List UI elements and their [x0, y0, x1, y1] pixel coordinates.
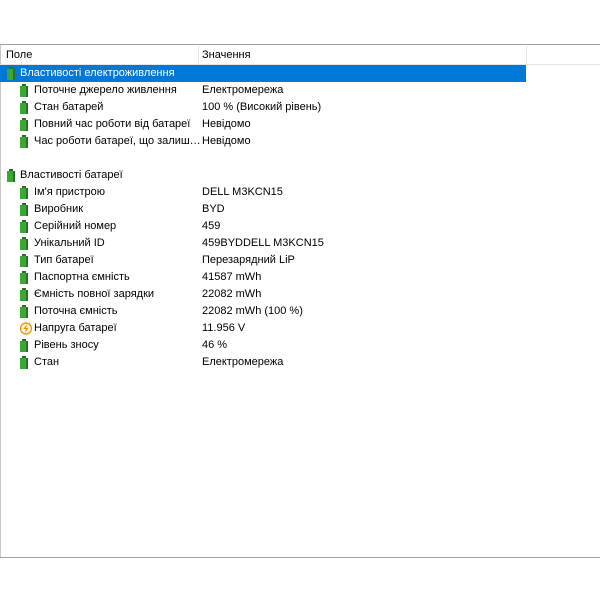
list-item[interactable]: Напруга батареї 11.956 V [0, 320, 526, 337]
list-item[interactable]: Стан Електромережа [0, 354, 526, 371]
item-value: Невідомо [202, 118, 251, 130]
item-value: Електромережа [202, 84, 284, 96]
properties-list: Властивості електроживлення Поточне джер… [0, 65, 600, 371]
column-separator[interactable] [198, 46, 199, 64]
battery-icon [20, 101, 32, 114]
item-value: 100 % (Високий рівень) [202, 101, 322, 113]
battery-icon [20, 271, 32, 284]
voltage-icon [19, 322, 33, 335]
item-value: 459BYDDELL M3KCN15 [202, 237, 324, 249]
list-item[interactable]: Тип батареї Перезарядний LiP [0, 252, 526, 269]
battery-icon [20, 288, 32, 301]
list-item[interactable]: Поточне джерело живлення Електромережа [0, 82, 526, 99]
battery-icon [20, 254, 32, 267]
item-label: Стан батарей [34, 101, 104, 113]
column-separator[interactable] [526, 46, 527, 64]
list-item[interactable]: Час роботи батареї, що залиш… Невідомо [0, 133, 526, 150]
item-label: Повний час роботи від батареї [34, 118, 191, 130]
item-label: Стан [34, 356, 60, 368]
battery-icon [7, 67, 19, 80]
item-value: DELL M3KCN15 [202, 186, 283, 198]
battery-icon [20, 203, 32, 216]
list-item[interactable]: Стан батарей 100 % (Високий рівень) [0, 99, 526, 116]
item-value: Невідомо [202, 135, 251, 147]
battery-icon [20, 135, 32, 148]
battery-icon [20, 356, 32, 369]
item-value: 459 [202, 220, 221, 232]
column-header-field[interactable]: Поле [6, 49, 32, 61]
item-label: Поточне джерело живлення [34, 84, 177, 96]
list-item[interactable]: Повний час роботи від батареї Невідомо [0, 116, 526, 133]
item-value: 22082 mWh (100 %) [202, 305, 303, 317]
item-label: Виробник [34, 203, 84, 215]
list-item[interactable]: Ємність повної зарядки 22082 mWh [0, 286, 526, 303]
item-label: Рівень зносу [34, 339, 99, 351]
item-value: 41587 mWh [202, 271, 262, 283]
item-value: 22082 mWh [202, 288, 262, 300]
item-label: Ємність повної зарядки [34, 288, 155, 300]
column-header-value[interactable]: Значення [202, 49, 251, 61]
item-value: 11.956 V [202, 322, 246, 334]
item-label: Паспортна ємність [34, 271, 130, 283]
battery-icon [20, 84, 32, 97]
battery-icon [20, 186, 32, 199]
list-item[interactable]: Паспортна ємність 41587 mWh [0, 269, 526, 286]
group-power-properties[interactable]: Властивості електроживлення [0, 65, 526, 82]
list-item[interactable]: Серійний номер 459 [0, 218, 526, 235]
item-value: BYD [202, 203, 225, 215]
item-label: Тип батареї [34, 254, 94, 266]
group-battery-properties[interactable]: Властивості батареї [0, 167, 526, 184]
battery-icon [20, 237, 32, 250]
list-item[interactable]: Рівень зносу 46 % [0, 337, 526, 354]
item-value: 46 % [202, 339, 228, 351]
group-title: Властивості електроживлення [20, 67, 175, 79]
battery-icon [20, 305, 32, 318]
item-value: Перезарядний LiP [202, 254, 295, 266]
list-header: Поле Значення [0, 46, 600, 65]
item-label: Ім'я пристрою [34, 186, 105, 198]
battery-icon [20, 339, 32, 352]
list-item[interactable]: Ім'я пристрою DELL M3KCN15 [0, 184, 526, 201]
list-item[interactable]: Унікальний ID 459BYDDELL M3KCN15 [0, 235, 526, 252]
item-label: Серійний номер [34, 220, 117, 232]
list-item[interactable]: Виробник BYD [0, 201, 526, 218]
item-label: Поточна ємність [34, 305, 118, 317]
battery-icon [20, 118, 32, 131]
item-label: Напруга батареї [34, 322, 117, 334]
properties-panel: Поле Значення Властивості електроживленн… [0, 44, 600, 558]
group-title: Властивості батареї [20, 169, 123, 181]
battery-icon [20, 220, 32, 233]
item-label: Час роботи батареї, що залиш… [34, 135, 201, 147]
item-value: Електромережа [202, 356, 284, 368]
list-item[interactable]: Поточна ємність 22082 mWh (100 %) [0, 303, 526, 320]
battery-icon [7, 169, 19, 182]
item-label: Унікальний ID [34, 237, 105, 249]
